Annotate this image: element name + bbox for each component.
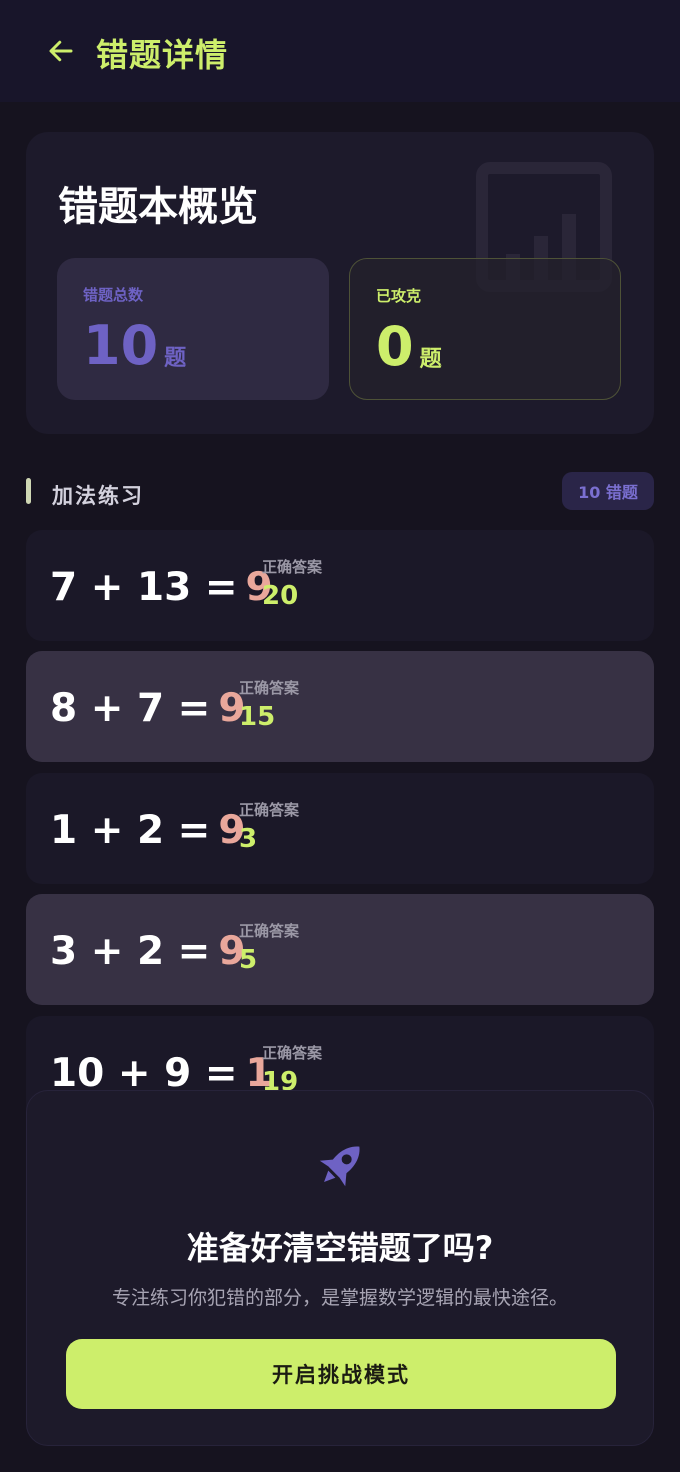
challenge-card: 准备好清空错题了吗? 专注练习你犯错的部分，是掌握数学逻辑的最快途径。 开启挑战… — [26, 1090, 654, 1446]
start-challenge-button[interactable]: 开启挑战模式 — [66, 1339, 616, 1409]
mistake-count-badge: 10 错题 — [562, 472, 654, 510]
correct-answer-label: 正确答案 — [239, 801, 300, 819]
overview-title: 错题本概览 — [58, 184, 258, 230]
back-button[interactable] — [44, 34, 78, 68]
equation: 3 + 2 = — [50, 928, 211, 974]
correct-answer-value: 5 — [239, 945, 258, 975]
rocket-icon — [319, 1146, 360, 1187]
conquered-card: 已攻克 0 题 — [349, 258, 621, 400]
section-title: 加法练习 — [52, 484, 144, 508]
mistake-item[interactable]: 7 + 13 = 9 正确答案 20 — [26, 530, 654, 641]
equation: 1 + 2 = — [50, 807, 211, 853]
correct-answer-label: 正确答案 — [239, 922, 300, 940]
correct-answer-label: 正确答案 — [262, 558, 323, 576]
equation: 10 + 9 = — [50, 1050, 238, 1096]
total-mistakes-unit: 题 — [164, 346, 187, 371]
mistake-item[interactable]: 1 + 2 = 9 正确答案 3 — [26, 773, 654, 884]
correct-answer-value: 20 — [262, 581, 299, 611]
total-mistakes-value: 10 — [83, 314, 159, 377]
correct-answer-label: 正确答案 — [239, 679, 300, 697]
challenge-title: 准备好清空错题了吗? — [186, 1229, 494, 1267]
equation: 7 + 13 = — [50, 564, 238, 610]
arrow-left-icon — [49, 40, 73, 62]
correct-answer-value: 15 — [239, 702, 276, 732]
mistake-item[interactable]: 3 + 2 = 9 正确答案 5 — [26, 894, 654, 1005]
conquered-value: 0 — [376, 315, 414, 378]
overview-card: 错题本概览 错题总数 10 题 已攻克 0 题 — [26, 132, 654, 434]
correct-answer-value: 3 — [239, 824, 258, 854]
conquered-label: 已攻克 — [376, 287, 422, 305]
page-title: 错题详情 — [96, 36, 229, 74]
top-app-bar: 错题详情 — [0, 0, 680, 102]
mistake-item[interactable]: 8 + 7 = 9 正确答案 15 — [26, 651, 654, 762]
conquered-unit: 题 — [419, 347, 442, 372]
challenge-subtitle: 专注练习你犯错的部分，是掌握数学逻辑的最快途径。 — [111, 1287, 568, 1309]
total-mistakes-card: 错题总数 10 题 — [57, 258, 329, 400]
section-accent-bar — [26, 478, 31, 504]
total-mistakes-label: 错题总数 — [83, 286, 144, 304]
correct-answer-label: 正确答案 — [262, 1044, 323, 1062]
equation: 8 + 7 = — [50, 685, 211, 731]
